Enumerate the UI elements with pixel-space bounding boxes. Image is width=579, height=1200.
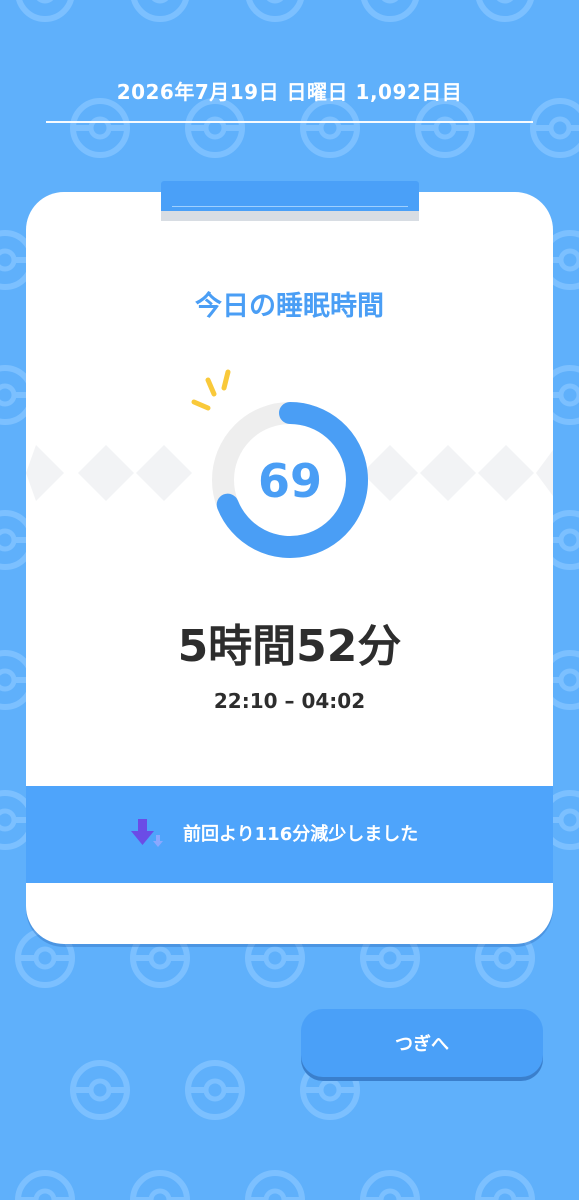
card-title: 今日の睡眠時間	[195, 291, 384, 322]
next-button[interactable]: つぎへ	[301, 1009, 543, 1077]
card-tab-line	[172, 206, 408, 207]
card-tab-shadow	[161, 211, 419, 221]
sleep-time-range: 22:10 – 04:02	[213, 689, 366, 713]
down-arrow-icon	[131, 819, 163, 847]
header-divider	[46, 121, 533, 123]
sparkle-icon	[191, 369, 231, 411]
sleep-duration: 5時間52分	[177, 621, 402, 672]
comparison-text: 前回より116分減少しました	[183, 824, 419, 845]
sleep-score: 69	[257, 454, 322, 508]
date-header: 2026年7月19日 日曜日 1,092日目	[116, 80, 463, 104]
